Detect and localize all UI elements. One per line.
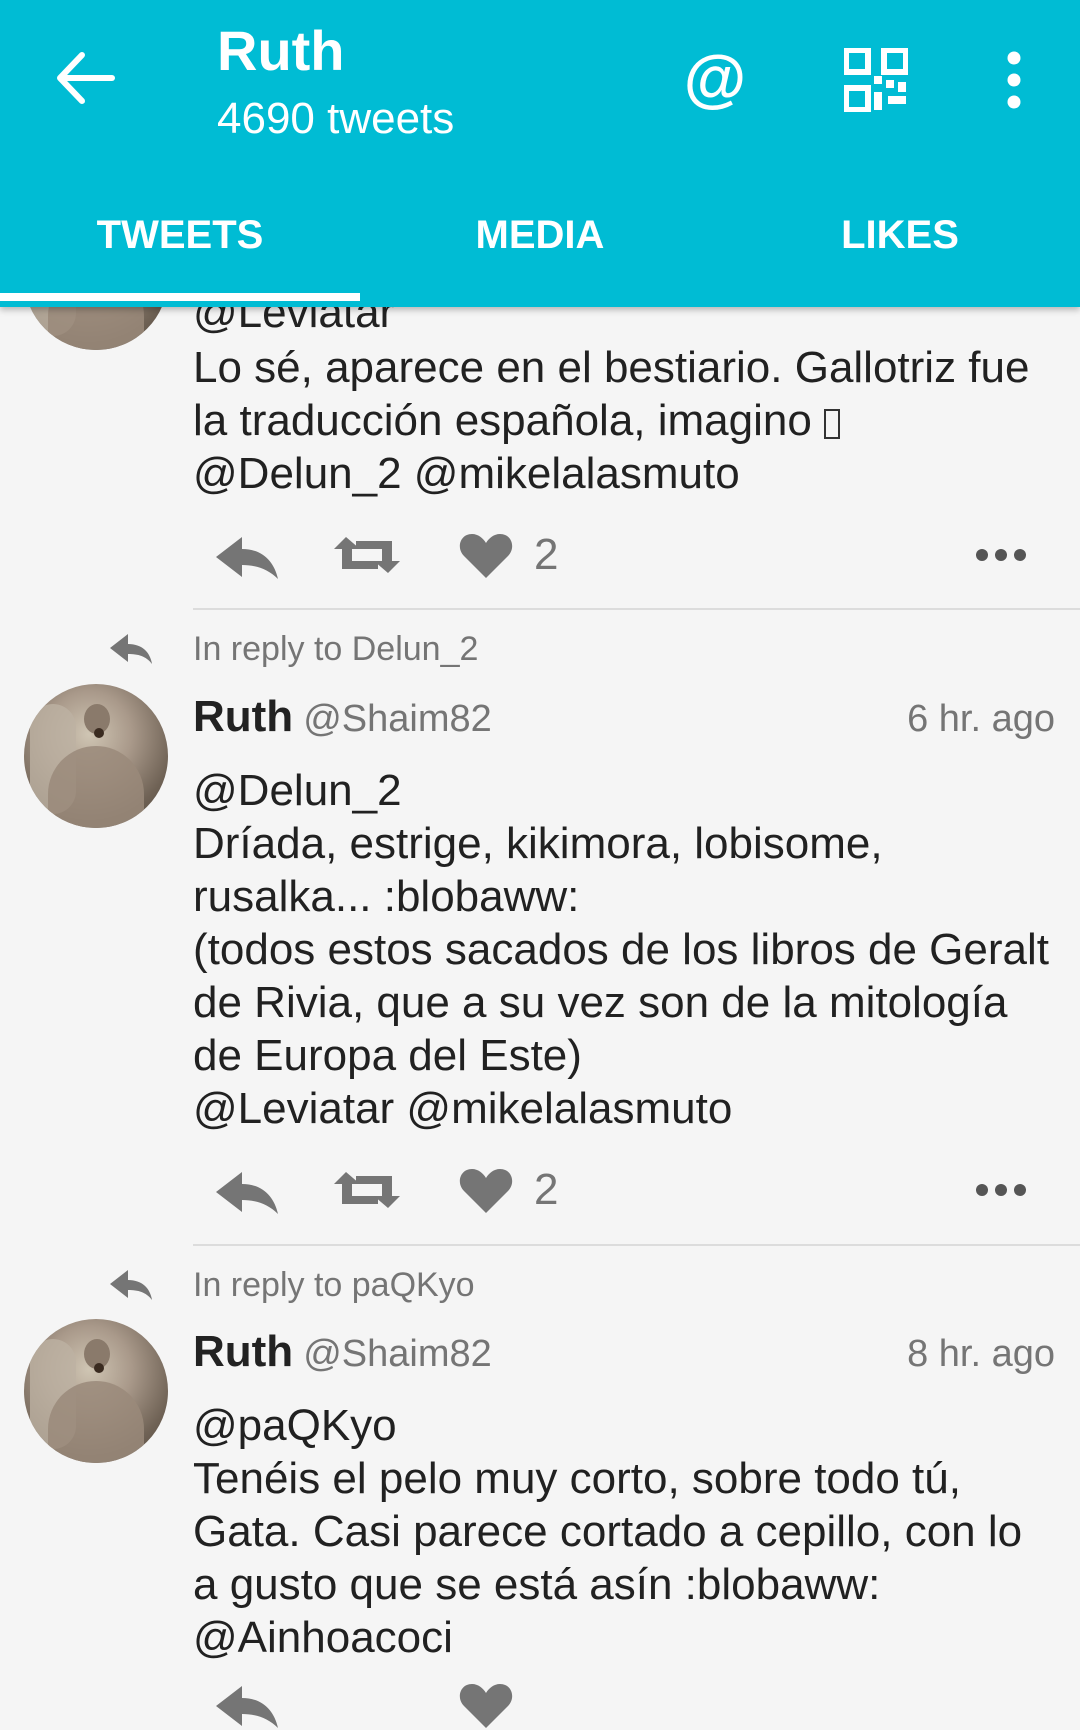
- like-count: 2: [534, 1165, 559, 1214]
- avatar[interactable]: [24, 1319, 168, 1463]
- tweet-body: Lo sé, aparece en el bestiario. Gallotri…: [193, 343, 1030, 498]
- tweet-time: 6 hr. ago: [907, 698, 1055, 740]
- username: @Shaim82: [303, 1333, 492, 1375]
- reply-to-label[interactable]: In reply to Delun_2: [193, 630, 478, 669]
- qr-code-icon[interactable]: [844, 48, 908, 112]
- reply-icon[interactable]: [212, 1682, 280, 1730]
- like-count: 2: [534, 530, 559, 579]
- reply-icon[interactable]: [212, 533, 280, 581]
- retweet-icon[interactable]: [332, 1168, 402, 1212]
- more-options-icon[interactable]: [975, 1183, 1027, 1197]
- tab-likes[interactable]: LIKES: [720, 205, 1080, 265]
- tweet-time: 8 hr. ago: [907, 1333, 1055, 1375]
- profile-name: Ruth: [217, 19, 345, 82]
- tweet-mentions: @Delun_2 @mikelalasmuto: [193, 449, 740, 498]
- tweet-author[interactable]: Ruth @Shaim82: [193, 692, 492, 742]
- username: @Shaim82: [303, 698, 492, 740]
- mention-icon[interactable]: @: [675, 44, 755, 112]
- retweet-icon[interactable]: [332, 533, 402, 577]
- tab-media[interactable]: MEDIA: [360, 205, 720, 265]
- display-name: Ruth: [193, 692, 294, 741]
- more-options-icon[interactable]: [975, 548, 1027, 562]
- tab-tweets[interactable]: TWEETS: [0, 205, 360, 265]
- reply-icon[interactable]: [212, 1168, 280, 1216]
- reply-to-label[interactable]: In reply to paQKyo: [193, 1266, 475, 1305]
- tab-indicator: [0, 293, 360, 301]
- like-icon[interactable]: [458, 1680, 514, 1730]
- display-name: Ruth: [193, 1327, 294, 1376]
- avatar[interactable]: [24, 684, 168, 828]
- tweet-count: 4690 tweets: [217, 94, 455, 143]
- divider: [193, 1244, 1080, 1246]
- reply-indicator-icon: [110, 634, 152, 664]
- reply-indicator-icon: [110, 1270, 152, 1300]
- back-arrow-icon[interactable]: [52, 45, 118, 111]
- app-bar: Ruth 4690 tweets @ TWEETS MEDIA LIKES: [0, 0, 1080, 307]
- like-icon[interactable]: [458, 1165, 514, 1215]
- tweet-author[interactable]: Ruth @Shaim82: [193, 1327, 492, 1377]
- tweet-body: @Delun_2 Dríada, estrige, kikimora, lobi…: [193, 766, 1050, 1133]
- tweet-body: @paQKyo Tenéis el pelo muy corto, sobre …: [193, 1401, 1023, 1662]
- more-vert-icon[interactable]: [998, 50, 1030, 110]
- like-icon[interactable]: [458, 530, 514, 580]
- divider: [193, 608, 1080, 610]
- emoji-placeholder-icon: [824, 409, 841, 439]
